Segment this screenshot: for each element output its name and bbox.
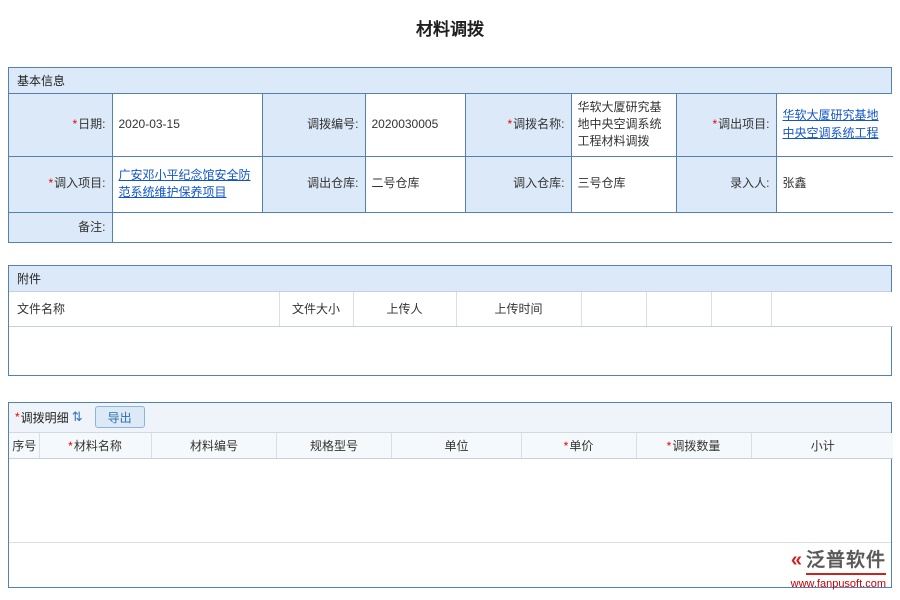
detail-table: 序号 *材料名称 材料编号 规格型号 单位 *单价 *调拨数量 小计	[9, 433, 893, 460]
field-label-text: 录入人:	[730, 176, 769, 190]
detail-col-label: 序号	[12, 439, 36, 453]
field-label-text: 调出项目:	[718, 117, 769, 131]
attachments-header: 附件	[9, 266, 891, 292]
detail-col-unit-price: *单价	[521, 433, 636, 459]
detail-col-spec-model: 规格型号	[276, 433, 391, 459]
field-label-inbound-warehouse: 调入仓库:	[465, 156, 571, 212]
required-star: *	[507, 117, 512, 131]
fanpu-logo-text: 泛普软件	[806, 545, 886, 575]
attachments-header-row: 文件名称 文件大小 上传人 上传时间	[9, 292, 893, 326]
field-label-text: 日期:	[78, 117, 105, 131]
attachments-panel: 附件 文件名称 文件大小 上传人 上传时间	[8, 265, 892, 376]
detail-header-row: 序号 *材料名称 材料编号 规格型号 单位 *单价 *调拨数量 小计	[9, 433, 893, 459]
outbound-project-link[interactable]: 华软大厦研究基地中央空调系统工程	[783, 108, 879, 139]
basic-info-row-1: *日期: 2020-03-15 调拨编号: 2020030005 *调拨名称: …	[9, 94, 893, 156]
detail-empty-area	[9, 459, 891, 543]
field-value-outbound-warehouse: 二号仓库	[365, 156, 465, 212]
page-title: 材料调拨	[0, 0, 900, 40]
basic-info-panel: 基本信息 *日期: 2020-03-15 调拨编号: 2020030005 *调…	[8, 67, 892, 243]
required-star: *	[48, 176, 53, 190]
detail-col-label: 材料名称	[74, 439, 122, 453]
inbound-warehouse-value: 三号仓库	[578, 176, 626, 190]
detail-col-material-no: 材料编号	[151, 433, 276, 459]
fanpu-logo-icon: «	[791, 549, 802, 572]
required-star: *	[72, 117, 77, 131]
outbound-warehouse-value: 二号仓库	[372, 176, 420, 190]
recorder-value: 张鑫	[783, 176, 807, 190]
detail-footer-area	[9, 543, 891, 587]
field-label-date: *日期:	[9, 94, 112, 156]
date-value: 2020-03-15	[119, 117, 180, 131]
field-label-transfer-name: *调拨名称:	[465, 94, 571, 156]
field-label-recorder: 录入人:	[676, 156, 776, 212]
field-label-text: 调入项目:	[54, 176, 105, 190]
field-value-transfer-name: 华软大厦研究基地中央空调系统工程材料调拨	[571, 94, 676, 156]
field-value-recorder: 张鑫	[776, 156, 893, 212]
detail-col-label: 规格型号	[310, 439, 358, 453]
field-label-text: 备注:	[78, 220, 105, 234]
detail-col-label: 小计	[811, 439, 835, 453]
required-star: *	[712, 117, 717, 131]
attachments-col-filesize: 文件大小	[279, 292, 353, 326]
detail-col-quantity: *调拨数量	[636, 433, 751, 459]
attachments-col-empty-1	[581, 292, 646, 326]
attachments-col-empty-2	[646, 292, 711, 326]
fanpu-logo: « 泛普软件 www.fanpusoft.com	[791, 545, 886, 590]
field-label-remark: 备注:	[9, 212, 112, 242]
field-label-inbound-project: *调入项目:	[9, 156, 112, 212]
field-value-remark	[112, 212, 893, 242]
attachments-col-filename: 文件名称	[9, 292, 279, 326]
detail-section-title: 调拨明细	[21, 409, 69, 426]
basic-info-table: *日期: 2020-03-15 调拨编号: 2020030005 *调拨名称: …	[9, 94, 893, 242]
field-label-text: 调拨名称:	[513, 117, 564, 131]
basic-info-row-3: 备注:	[9, 212, 893, 242]
attachments-col-empty-4	[771, 292, 893, 326]
field-label-text: 调拨编号:	[307, 117, 358, 131]
transfer-name-value: 华软大厦研究基地中央空调系统工程材料调拨	[578, 100, 662, 149]
attachments-col-uploader: 上传人	[353, 292, 456, 326]
attachments-col-empty-3	[711, 292, 771, 326]
detail-col-label: 材料编号	[190, 439, 238, 453]
required-star: *	[564, 439, 569, 453]
field-value-inbound-project: 广安邓小平纪念馆安全防范系统维护保养项目	[112, 156, 262, 212]
required-star: *	[667, 439, 672, 453]
field-value-transfer-no: 2020030005	[365, 94, 465, 156]
detail-col-material-name: *材料名称	[39, 433, 151, 459]
sort-icon[interactable]: ⇅	[72, 409, 83, 425]
detail-required-star: *	[15, 410, 20, 424]
fanpu-logo-url: www.fanpusoft.com	[791, 578, 886, 590]
basic-info-header: 基本信息	[9, 68, 891, 94]
inbound-project-link[interactable]: 广安邓小平纪念馆安全防范系统维护保养项目	[119, 168, 251, 199]
detail-col-label: 单价	[569, 439, 593, 453]
transfer-no-value: 2020030005	[372, 117, 439, 131]
field-label-outbound-project: *调出项目:	[676, 94, 776, 156]
field-label-text: 调入仓库:	[513, 176, 564, 190]
detail-col-subtotal: 小计	[751, 433, 893, 459]
attachments-table: 文件名称 文件大小 上传人 上传时间	[9, 292, 893, 327]
detail-panel: * 调拨明细 ⇅ 导出 序号 *材料名称 材料编号 规格型号 单位 *单价 *调…	[8, 402, 892, 589]
detail-col-seq: 序号	[9, 433, 39, 459]
detail-col-unit: 单位	[391, 433, 521, 459]
detail-col-label: 单位	[444, 439, 468, 453]
field-label-transfer-no: 调拨编号:	[262, 94, 365, 156]
detail-col-label: 调拨数量	[672, 439, 720, 453]
field-value-inbound-warehouse: 三号仓库	[571, 156, 676, 212]
fanpu-logo-top: « 泛普软件	[791, 545, 886, 575]
required-star: *	[68, 439, 73, 453]
basic-info-row-2: *调入项目: 广安邓小平纪念馆安全防范系统维护保养项目 调出仓库: 二号仓库 调…	[9, 156, 893, 212]
field-label-outbound-warehouse: 调出仓库:	[262, 156, 365, 212]
field-value-outbound-project: 华软大厦研究基地中央空调系统工程	[776, 94, 893, 156]
attachments-empty-area	[9, 327, 891, 375]
export-button[interactable]: 导出	[95, 406, 145, 428]
field-label-text: 调出仓库:	[307, 176, 358, 190]
field-value-date: 2020-03-15	[112, 94, 262, 156]
attachments-col-uploadtime: 上传时间	[456, 292, 581, 326]
detail-toolbar: * 调拨明细 ⇅ 导出	[9, 403, 891, 433]
